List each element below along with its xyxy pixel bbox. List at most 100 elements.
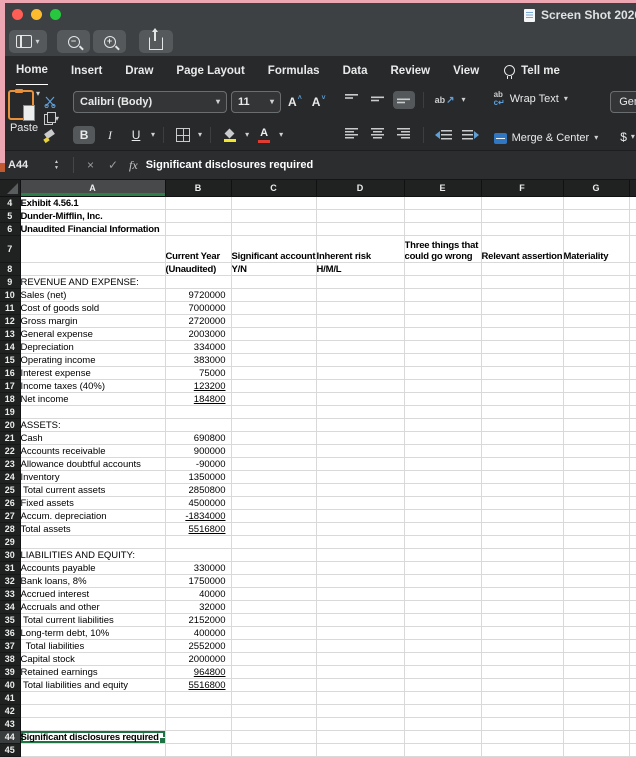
cell-E24[interactable] [404,470,482,484]
cell-G30[interactable] [563,548,630,562]
cell-F35[interactable] [481,613,564,627]
cell-E16[interactable] [404,366,482,380]
cell-F4[interactable] [481,196,564,210]
cell-G5[interactable] [563,209,630,223]
cell-C30[interactable] [231,548,317,562]
cell-D22[interactable] [316,444,405,458]
cell-E20[interactable] [404,418,482,432]
tab-review[interactable]: Review [391,57,431,85]
row-header-13[interactable]: 13 [0,327,21,341]
cell-E21[interactable] [404,431,482,445]
cell-A20[interactable]: ASSETS: [20,418,166,432]
cell-H23[interactable] [629,457,636,471]
cell-A29[interactable] [20,535,166,549]
cell-H45[interactable] [629,743,636,757]
cell-F27[interactable] [481,509,564,523]
cell-G40[interactable] [563,678,630,692]
tab-data[interactable]: Data [343,57,368,85]
cell-G45[interactable] [563,743,630,757]
cell-A25[interactable]: Total current assets [20,483,166,497]
cell-B45[interactable] [165,743,232,757]
enter-icon[interactable]: ✓ [108,158,118,172]
cell-B37[interactable]: 2552000 [165,639,232,653]
cell-B35[interactable]: 2152000 [165,613,232,627]
tab-draw[interactable]: Draw [125,57,153,85]
bold-button[interactable]: B [73,126,96,144]
cell-D44[interactable] [316,730,405,744]
cell-G38[interactable] [563,652,630,666]
cell-B30[interactable] [165,548,232,562]
cell-E11[interactable] [404,301,482,315]
row-header-20[interactable]: 20 [0,418,21,432]
cell-C39[interactable] [231,665,317,679]
cell-A36[interactable]: Long-term debt, 10% [20,626,166,640]
cell-G22[interactable] [563,444,630,458]
cell-E4[interactable] [404,196,482,210]
cell-F26[interactable] [481,496,564,510]
cell-D28[interactable] [316,522,405,536]
cell-H21[interactable] [629,431,636,445]
cell-C45[interactable] [231,743,317,757]
row-header-17[interactable]: 17 [0,379,21,393]
row-header-28[interactable]: 28 [0,522,21,536]
cell-C18[interactable] [231,392,317,406]
cell-G7[interactable]: Materiality [563,235,630,263]
row-header-15[interactable]: 15 [0,353,21,367]
cell-D16[interactable] [316,366,405,380]
row-header-4[interactable]: 4 [0,196,21,210]
cell-F23[interactable] [481,457,564,471]
cell-H13[interactable] [629,327,636,341]
sidebar-toggle-button[interactable] [9,30,47,53]
row-header-18[interactable]: 18 [0,392,21,406]
cell-A19[interactable] [20,405,166,419]
cell-A41[interactable] [20,691,166,705]
cell-H10[interactable] [629,288,636,302]
cell-G33[interactable] [563,587,630,601]
cell-E23[interactable] [404,457,482,471]
cell-A16[interactable]: Interest expense [20,366,166,380]
cell-E31[interactable] [404,561,482,575]
cell-F10[interactable] [481,288,564,302]
name-box[interactable]: A44 [0,159,54,171]
cell-E17[interactable] [404,379,482,393]
cell-D5[interactable] [316,209,405,223]
cell-A28[interactable]: Total assets [20,522,166,536]
cell-C19[interactable] [231,405,317,419]
orientation-button[interactable]: ab ↗ [432,91,458,109]
cell-H14[interactable] [629,340,636,354]
cell-G34[interactable] [563,600,630,614]
cell-C31[interactable] [231,561,317,575]
zoom-in-button[interactable]: + [93,30,126,53]
cell-H29[interactable] [629,535,636,549]
cell-A26[interactable]: Fixed assets [20,496,166,510]
row-header-44[interactable]: 44 [0,730,21,744]
cell-B17[interactable]: 123200 [165,379,232,393]
cell-H28[interactable] [629,522,636,536]
cell-E12[interactable] [404,314,482,328]
align-top-button[interactable] [341,91,363,109]
cell-H33[interactable] [629,587,636,601]
cell-F12[interactable] [481,314,564,328]
cell-H37[interactable] [629,639,636,653]
cell-D14[interactable] [316,340,405,354]
cell-B9[interactable] [165,275,232,289]
cell-F9[interactable] [481,275,564,289]
row-header-24[interactable]: 24 [0,470,21,484]
cell-C9[interactable] [231,275,317,289]
cell-C4[interactable] [231,196,317,210]
cell-E29[interactable] [404,535,482,549]
cell-C36[interactable] [231,626,317,640]
row-header-43[interactable]: 43 [0,717,21,731]
cell-G12[interactable] [563,314,630,328]
cell-E28[interactable] [404,522,482,536]
tell-me-button[interactable]: Tell me [504,65,560,79]
cell-B28[interactable]: 5516800 [165,522,232,536]
cell-A9[interactable]: REVENUE AND EXPENSE: [20,275,166,289]
cell-B31[interactable]: 330000 [165,561,232,575]
cell-B8[interactable]: (Unaudited) [165,262,232,276]
column-header-D[interactable]: D [316,180,405,197]
cell-E34[interactable] [404,600,482,614]
cell-H40[interactable] [629,678,636,692]
copy-button[interactable] [44,111,59,126]
cell-C23[interactable] [231,457,317,471]
